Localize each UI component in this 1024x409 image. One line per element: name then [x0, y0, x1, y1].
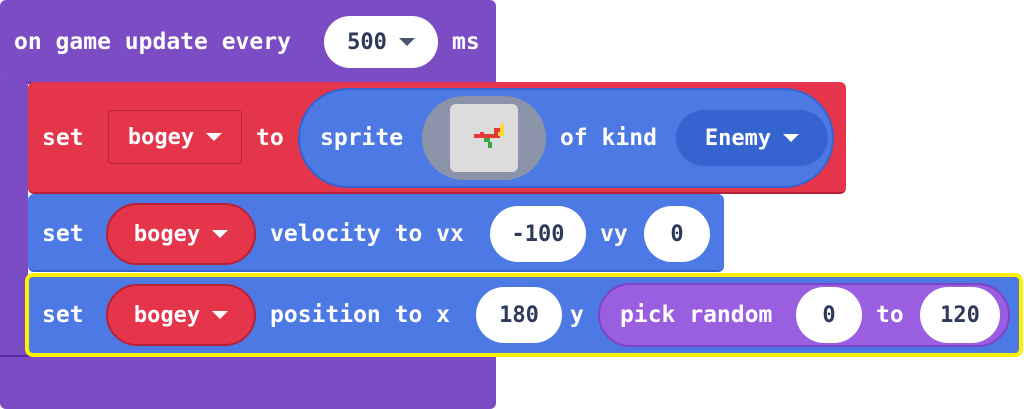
chevron-down-icon	[783, 134, 800, 142]
event-block-bottom	[0, 355, 496, 409]
set-keyword: set	[42, 125, 84, 151]
of-kind-keyword: of kind	[560, 125, 657, 151]
sprite-keyword: sprite	[320, 125, 404, 151]
variable-dropdown[interactable]: bogey	[106, 284, 256, 346]
variable-dropdown[interactable]: bogey	[108, 110, 242, 164]
set-keyword: set	[42, 302, 84, 328]
velocity-to-vx-label: velocity to vx	[270, 221, 464, 247]
chevron-down-icon	[212, 230, 229, 238]
vy-label: vy	[600, 221, 628, 247]
kind-dropdown[interactable]: Enemy	[676, 110, 828, 166]
interval-value: 500	[347, 29, 387, 55]
y-label: y	[570, 302, 584, 328]
to-keyword: to	[256, 125, 284, 151]
interval-unit: ms	[452, 29, 480, 55]
pick-random-label: pick random	[620, 302, 773, 328]
to-keyword: to	[876, 302, 904, 328]
variable-name: bogey	[133, 221, 201, 247]
chevron-down-icon	[398, 38, 415, 46]
variable-name: bogey	[133, 302, 201, 328]
chevron-down-icon	[212, 311, 229, 319]
random-max-input[interactable]: 120	[920, 287, 1000, 343]
interval-dropdown[interactable]: 500	[324, 16, 438, 68]
vx-input[interactable]: -100	[490, 206, 586, 262]
variable-dropdown[interactable]: bogey	[106, 203, 256, 265]
vy-input[interactable]: 0	[644, 206, 710, 262]
variable-name: bogey	[127, 124, 195, 150]
event-block-label: on game update every	[14, 29, 291, 55]
x-input[interactable]: 180	[476, 287, 562, 343]
position-to-x-label: position to x	[270, 302, 451, 328]
kind-value: Enemy	[704, 125, 772, 151]
sprite-image-thumbnail[interactable]	[450, 104, 518, 172]
event-block-spine	[0, 80, 28, 380]
chevron-down-icon	[206, 133, 223, 141]
enemy-plane-icon	[474, 124, 504, 148]
set-keyword: set	[42, 221, 84, 247]
random-min-input[interactable]: 0	[796, 287, 862, 343]
